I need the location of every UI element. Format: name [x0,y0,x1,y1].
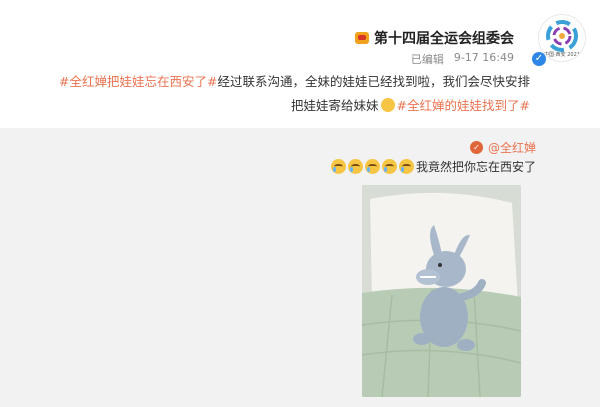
plush-toy-photo [362,185,521,397]
repost-photo[interactable] [362,185,521,397]
repost-text: 我竟然把你忘在西安了 [415,160,536,174]
verified-badge-icon: ✓ [469,141,483,154]
avatar-caption: 中国·西安 2021 [544,52,580,58]
hashtag-link[interactable]: #全红婵把娃娃忘在西安了# [59,74,217,89]
post-text: 经过联系沟通，全妹的娃娃已经找到啦，我们会尽快安排 [217,74,530,89]
repost-header: @全红婵 ✓ [469,139,536,156]
crying-emoji-icon [381,159,397,174]
crown-icon [355,32,369,44]
crying-emoji-icon [398,159,414,174]
post-header: 第十四届全运会组委会 [355,28,514,48]
verified-badge-icon: ✓ [532,52,546,66]
repost-card[interactable]: @全红婵 ✓ 我竟然把你忘在西安了 [0,128,600,407]
crying-emoji-icon [330,159,346,174]
post-meta: 9-17 16:49 已编辑 [411,51,514,67]
post-body: #全红婵把娃娃忘在西安了#经过联系沟通，全妹的娃娃已经找到啦，我们会尽快安排 把… [20,70,530,118]
repost-text-line: 我竟然把你忘在西安了 [330,158,536,175]
crying-emoji-icon [364,159,380,174]
repost-author[interactable]: @全红婵 [488,139,536,156]
smile-emoji-icon [380,98,395,112]
post-body-line-1: #全红婵把娃娃忘在西安了#经过联系沟通，全妹的娃娃已经找到啦，我们会尽快安排 [20,70,530,94]
post-body-line-2: 把娃娃寄给妹妹 #全红婵的娃娃找到了# [20,94,530,118]
hashtag-link[interactable]: #全红婵的娃娃找到了# [397,98,530,113]
author-name[interactable]: 第十四届全运会组委会 [374,28,514,48]
post-time[interactable]: 9-17 16:49 [454,51,514,67]
crying-emoji-icon [347,159,363,174]
edited-label: 已编辑 [410,53,444,66]
games-logo-icon [546,20,578,52]
post-text: 把娃娃寄给妹妹 [291,98,379,113]
weibo-post: 中国·西安 2021 ✓ 第十四届全运会组委会 9-17 16:49 已编辑 #… [0,0,600,128]
